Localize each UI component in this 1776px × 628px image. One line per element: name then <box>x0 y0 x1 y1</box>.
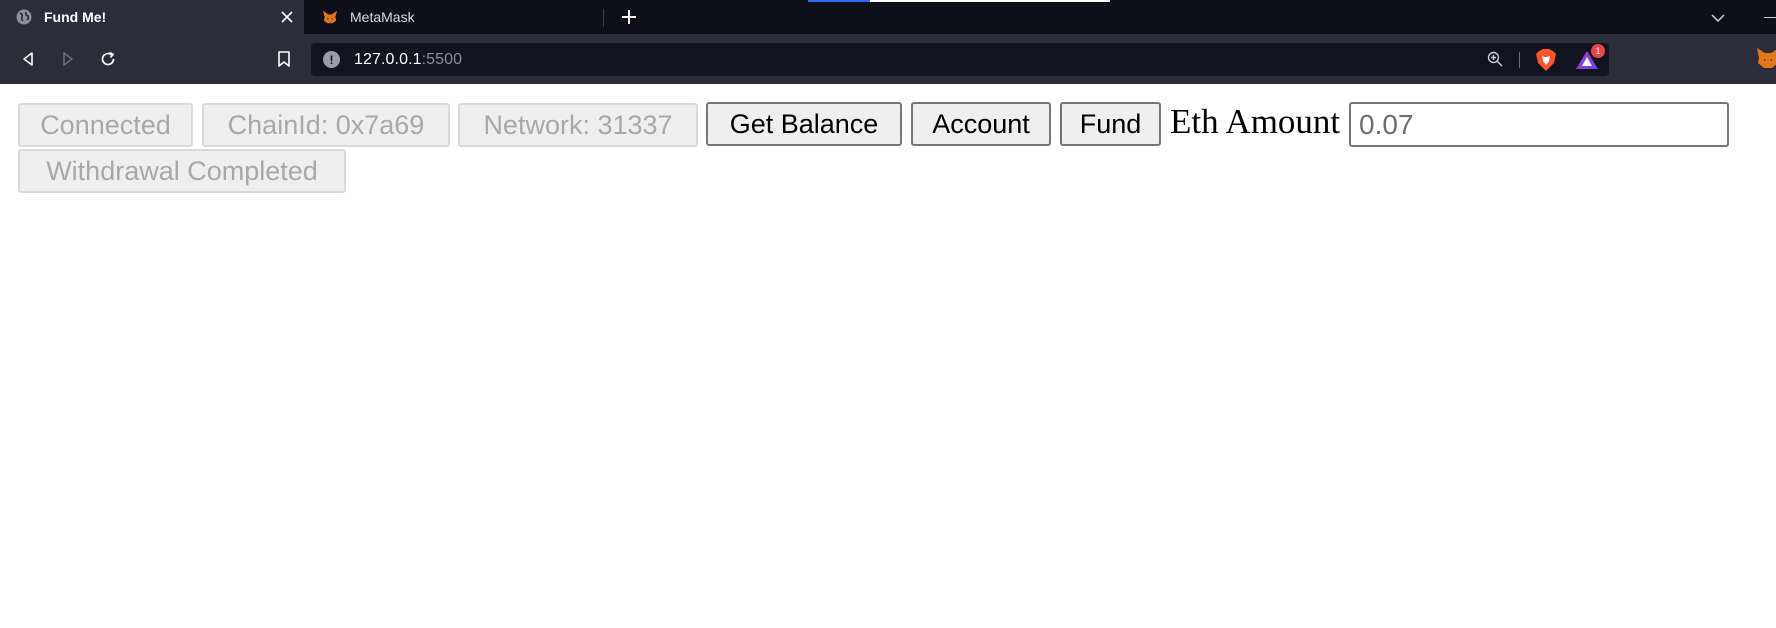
back-icon[interactable] <box>16 47 40 71</box>
eth-amount-input[interactable]: 0.07 <box>1349 102 1729 147</box>
tab-separator <box>603 9 604 27</box>
chevron-down-icon[interactable] <box>1708 8 1728 28</box>
plus-icon[interactable] <box>616 4 642 30</box>
metamask-extension-icon[interactable] <box>1756 47 1776 71</box>
chain-id-button[interactable]: ChainId: 0x7a69 <box>202 103 450 147</box>
tab-title: MetaMask <box>350 9 415 25</box>
address-bar[interactable]: ! 127.0.0.1:5500 1 <box>311 43 1609 76</box>
tab-top-indicator <box>808 0 870 2</box>
tab-top-indicator <box>870 0 1110 2</box>
browser-toolbar: ! 127.0.0.1:5500 1 <box>0 34 1776 84</box>
tab-fund-me[interactable]: Fund Me! <box>0 0 304 34</box>
globe-icon <box>16 9 32 25</box>
site-info-icon[interactable]: ! <box>323 51 340 68</box>
tab-metamask[interactable]: MetaMask <box>306 0 602 34</box>
get-balance-button[interactable]: Get Balance <box>706 102 902 146</box>
brave-shield-icon[interactable] <box>1535 48 1557 72</box>
url-text[interactable]: 127.0.0.1:5500 <box>354 51 462 69</box>
rewards-badge: 1 <box>1591 44 1605 58</box>
forward-icon[interactable] <box>56 47 80 71</box>
page-content: Connected ChainId: 0x7a69 Network: 31337… <box>0 84 1776 628</box>
tab-strip: Fund Me! MetaMask <box>0 0 1776 34</box>
close-icon[interactable] <box>278 8 296 26</box>
account-button[interactable]: Account <box>911 102 1051 146</box>
tab-title: Fund Me! <box>44 9 107 25</box>
zoom-icon[interactable] <box>1486 50 1504 68</box>
fund-button[interactable]: Fund <box>1060 102 1161 146</box>
minimize-icon[interactable] <box>1764 17 1776 18</box>
bookmark-icon[interactable] <box>272 47 296 71</box>
network-button[interactable]: Network: 31337 <box>458 103 698 147</box>
metamask-fox-icon <box>322 9 338 25</box>
eth-amount-value: 0.07 <box>1359 108 1414 140</box>
eth-amount-label: Eth Amount <box>1170 102 1341 141</box>
connect-button[interactable]: Connected <box>18 103 193 147</box>
divider <box>1519 52 1520 68</box>
withdraw-button[interactable]: Withdrawal Completed <box>18 149 346 193</box>
reload-icon[interactable] <box>96 47 120 71</box>
